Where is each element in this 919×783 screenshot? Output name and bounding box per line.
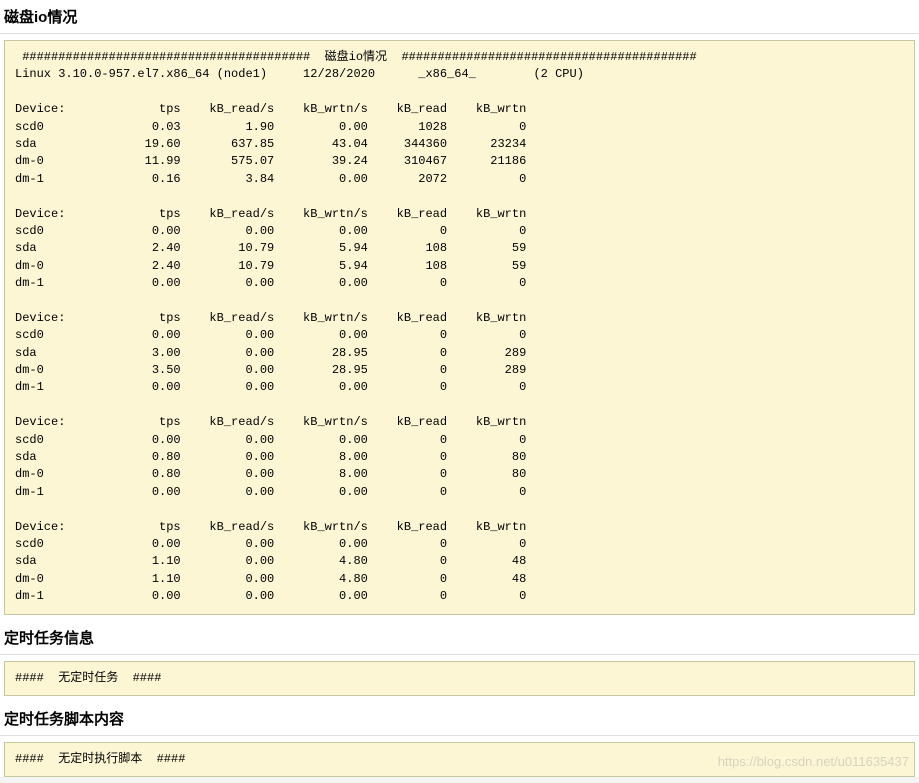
disk-io-output[interactable]: ########################################… — [4, 40, 915, 615]
cron-title: 定时任务信息 — [0, 621, 919, 655]
cron-output[interactable]: #### 无定时任务 #### — [4, 661, 915, 696]
disk-io-title: 磁盘io情况 — [0, 0, 919, 34]
disk-io-section: 磁盘io情况 #################################… — [0, 0, 919, 615]
cron-scripts-output[interactable]: #### 无定时执行脚本 #### — [4, 742, 915, 777]
cron-section: 定时任务信息 #### 无定时任务 #### — [0, 621, 919, 696]
cron-scripts-section: 定时任务脚本内容 #### 无定时执行脚本 #### — [0, 702, 919, 777]
cron-scripts-title: 定时任务脚本内容 — [0, 702, 919, 736]
